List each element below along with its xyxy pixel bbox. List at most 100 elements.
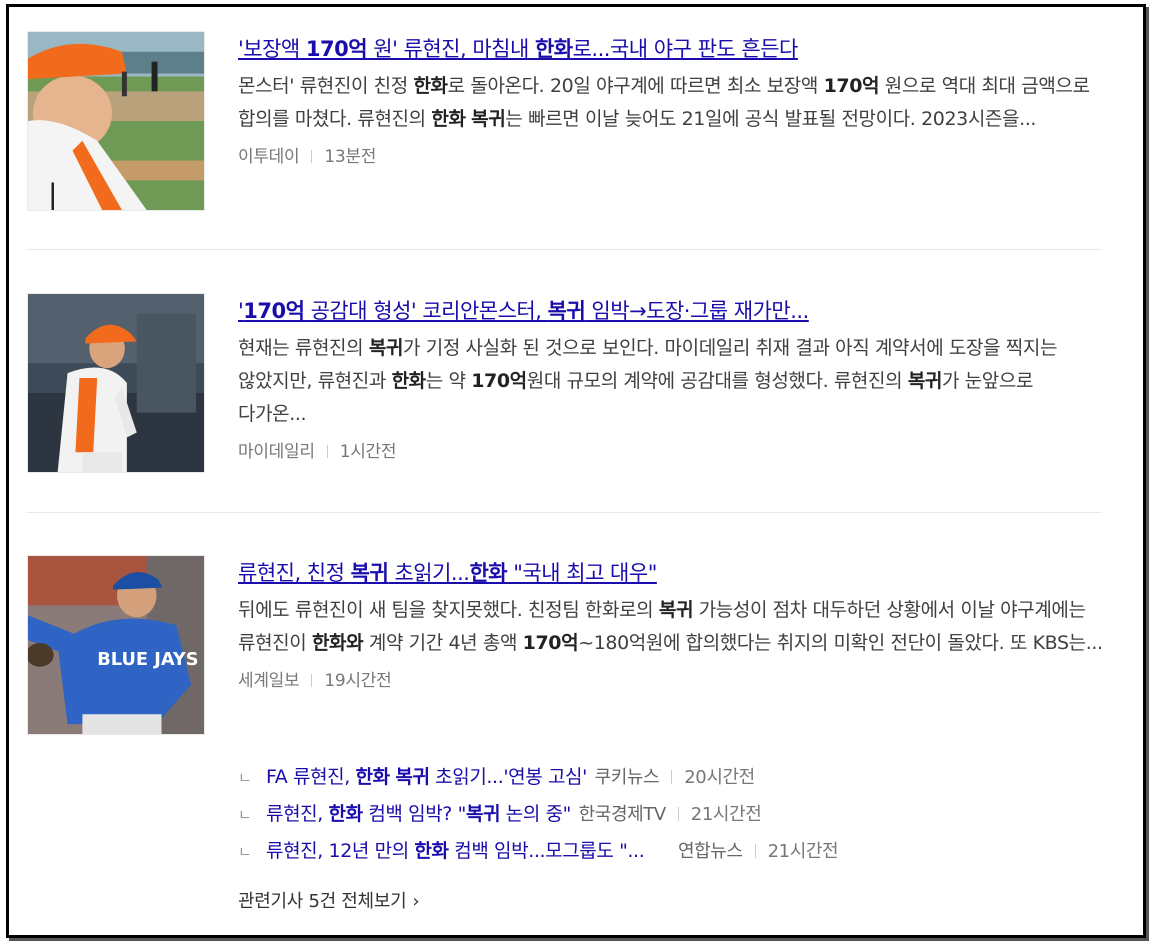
- news-article: '170억 공감대 형성' 코리안몬스터, 복귀 임박→도장·그룹 재가만...…: [27, 293, 1107, 475]
- meta-divider: [311, 150, 313, 163]
- text-run: 계약 기간 4년 총액: [363, 632, 523, 654]
- baseball-player-photo: BLUE JAYS: [28, 556, 204, 734]
- text-run: 류현진, 친정: [238, 561, 351, 585]
- article-meta: 이투데이 13분전: [238, 142, 1104, 167]
- text-run: 원' 류현진, 마침내: [367, 37, 535, 61]
- text-run: 류현진,: [266, 803, 329, 825]
- related-time: 21시간전: [690, 804, 762, 825]
- svg-text:|: |: [48, 177, 58, 210]
- text-run: '보장액: [238, 37, 306, 61]
- article-time: 19시간전: [324, 671, 392, 691]
- highlighted-keyword: 한화: [431, 108, 466, 130]
- text-run: FA 류현진,: [266, 766, 356, 788]
- highlighted-keyword: 170억: [471, 370, 527, 392]
- meta-divider: [677, 807, 679, 821]
- article-snippet: 현재는 류현진의 복귀가 기정 사실화 된 것으로 보인다. 마이데일리 취재 …: [238, 332, 1104, 431]
- article-thumbnail[interactable]: BLUE JAYS: [27, 555, 205, 735]
- highlighted-keyword: 한화: [534, 37, 573, 61]
- related-source[interactable]: 한국경제TV: [579, 804, 667, 825]
- related-article: ㄴ 류현진, 12년 만의 한화 컴백 임박...모그룹도 "... 연합뉴스 21…: [238, 833, 1118, 870]
- text-run: 몬스터' 류현진이 친정: [238, 75, 414, 97]
- article-title-link[interactable]: 류현진, 친정 복귀 초읽기...한화 "국내 최고 대우": [238, 558, 1104, 588]
- highlighted-keyword: 복귀: [471, 108, 506, 130]
- article-snippet: 뒤에도 류현진이 새 팀을 찾지못했다. 친정팀 한화로의 복귀 가능성이 점차…: [238, 594, 1104, 660]
- highlighted-keyword: 170억: [305, 37, 368, 61]
- related-articles-list: ㄴ FA 류현진, 한화 복귀 초읽기...'연봉 고심' 쿠키뉴스 20시간전 ㄴ…: [238, 759, 1118, 870]
- text-run: 초읽기...'연봉 고심': [429, 766, 587, 788]
- text-run: 로 돌아온다. 20일 야구계에 따르면 최소 보장액: [447, 75, 824, 97]
- text-run: 류현진, 12년 만의: [266, 840, 415, 862]
- meta-divider: [326, 445, 328, 458]
- text-run: 는 약: [425, 370, 472, 392]
- related-time: 20시간전: [684, 767, 755, 788]
- highlighted-keyword: 복귀: [658, 599, 694, 621]
- text-run: 공감대 형성' 코리안몬스터,: [304, 299, 548, 323]
- article-snippet: 몬스터' 류현진이 친정 한화로 돌아온다. 20일 야구계에 따르면 최소 보…: [238, 70, 1104, 136]
- related-article: ㄴ FA 류현진, 한화 복귀 초읽기...'연봉 고심' 쿠키뉴스 20시간전: [238, 759, 1118, 796]
- related-source[interactable]: 연합뉴스: [678, 841, 743, 862]
- chevron-right-icon: ›: [412, 891, 420, 912]
- news-article: | '보장액 170억 원' 류현진, 마침내 한화로...국내 야구 판도 흔…: [27, 31, 1107, 213]
- baseball-player-photo: |: [28, 32, 204, 210]
- related-article-link[interactable]: FA 류현진, 한화 복귀 초읽기...'연봉 고심': [266, 766, 587, 788]
- text-run: 뒤에도 류현진이 새 팀을 찾지못했다. 친정팀 한화로의: [238, 599, 659, 621]
- highlighted-keyword: 복귀: [350, 561, 389, 585]
- highlighted-keyword: 복귀: [465, 803, 501, 825]
- view-all-label: 관련기사 5건 전체보기: [238, 891, 407, 912]
- text-run: 컴백 임박...모그룹도 "...: [448, 840, 645, 862]
- text-run: 논의 중": [500, 803, 572, 825]
- article-meta: 세계일보 19시간전: [238, 666, 1104, 691]
- text-run: 컴백 임박? ": [362, 803, 466, 825]
- highlighted-keyword: 한화: [414, 840, 449, 862]
- highlighted-keyword: 한화: [391, 370, 427, 392]
- svg-text:BLUE JAYS: BLUE JAYS: [97, 649, 198, 670]
- text-run: 로...국내 야구 판도 흔든다: [572, 37, 799, 61]
- text-run: 원대 규모의 계약에 공감대를 형성했다. 류현진의: [526, 370, 908, 392]
- article-thumbnail[interactable]: |: [27, 31, 205, 211]
- article-time: 1시간전: [339, 442, 397, 462]
- highlighted-keyword: 170억: [823, 75, 880, 97]
- related-article-link[interactable]: 류현진, 12년 만의 한화 컴백 임박...모그룹도 "...: [266, 840, 645, 862]
- article-thumbnail[interactable]: [27, 293, 205, 473]
- news-cluster-panel: | '보장액 170억 원' 류현진, 마침내 한화로...국내 야구 판도 흔…: [6, 4, 1146, 938]
- highlighted-keyword: 한화: [469, 561, 508, 585]
- related-article-link[interactable]: 류현진, 한화 컴백 임박? "복귀 논의 중": [266, 803, 571, 825]
- article-source[interactable]: 세계일보: [238, 671, 300, 691]
- article-source[interactable]: 이투데이: [238, 147, 300, 167]
- related-time: 21시간전: [767, 841, 839, 862]
- article-source[interactable]: 마이데일리: [238, 442, 315, 462]
- meta-divider: [671, 770, 673, 784]
- article-meta: 마이데일리 1시간전: [238, 437, 1104, 462]
- highlighted-keyword: 한화와: [311, 632, 364, 654]
- article-title-link[interactable]: '보장액 170억 원' 류현진, 마침내 한화로...국내 야구 판도 흔든다: [238, 34, 1104, 64]
- highlighted-keyword: 복귀: [368, 337, 404, 359]
- article-divider: [27, 249, 1101, 250]
- text-run: 임박→도장·그룹 재가만...: [585, 299, 809, 323]
- highlighted-keyword: 170억: [522, 632, 579, 654]
- text-run: 현재는 류현진의: [238, 337, 369, 359]
- sub-item-marker: ㄴ: [238, 843, 252, 861]
- text-run: 초읽기...: [388, 561, 470, 585]
- highlighted-keyword: 한화: [328, 803, 364, 825]
- highlighted-keyword: 복귀: [907, 370, 943, 392]
- news-article: BLUE JAYS 류현진, 친정 복귀 초읽기...한화 "국내 최고 대우"…: [27, 555, 1107, 737]
- sub-item-marker: ㄴ: [238, 769, 252, 787]
- highlighted-keyword: 복귀: [547, 299, 586, 323]
- related-article: ㄴ 류현진, 한화 컴백 임박? "복귀 논의 중" 한국경제TV 21시간전: [238, 796, 1118, 833]
- highlighted-keyword: 한화: [413, 75, 448, 97]
- view-all-related-link[interactable]: 관련기사 5건 전체보기 ›: [238, 887, 420, 913]
- baseball-player-photo: [28, 294, 204, 472]
- article-divider: [27, 512, 1101, 513]
- article-time: 13분전: [324, 147, 377, 167]
- highlighted-keyword: 170억: [243, 299, 305, 323]
- article-title-link[interactable]: '170억 공감대 형성' 코리안몬스터, 복귀 임박→도장·그룹 재가만...: [238, 296, 1104, 326]
- sub-item-marker: ㄴ: [238, 806, 252, 824]
- related-source[interactable]: 쿠키뉴스: [595, 767, 660, 788]
- text-run: "국내 최고 대우": [507, 561, 657, 585]
- highlighted-keyword: 한화: [355, 766, 391, 788]
- meta-divider: [754, 844, 756, 858]
- text-run: 는 빠르면 이날 늦어도 21일에 공식 발표될 전망이다. 2023시즌을..…: [505, 108, 1036, 130]
- highlighted-keyword: 복귀: [395, 766, 430, 788]
- text-run: ~180억원에 합의했다는 취지의 미확인 전단이 돌았다. 또 KBS는...: [578, 632, 1103, 654]
- meta-divider: [311, 674, 313, 687]
